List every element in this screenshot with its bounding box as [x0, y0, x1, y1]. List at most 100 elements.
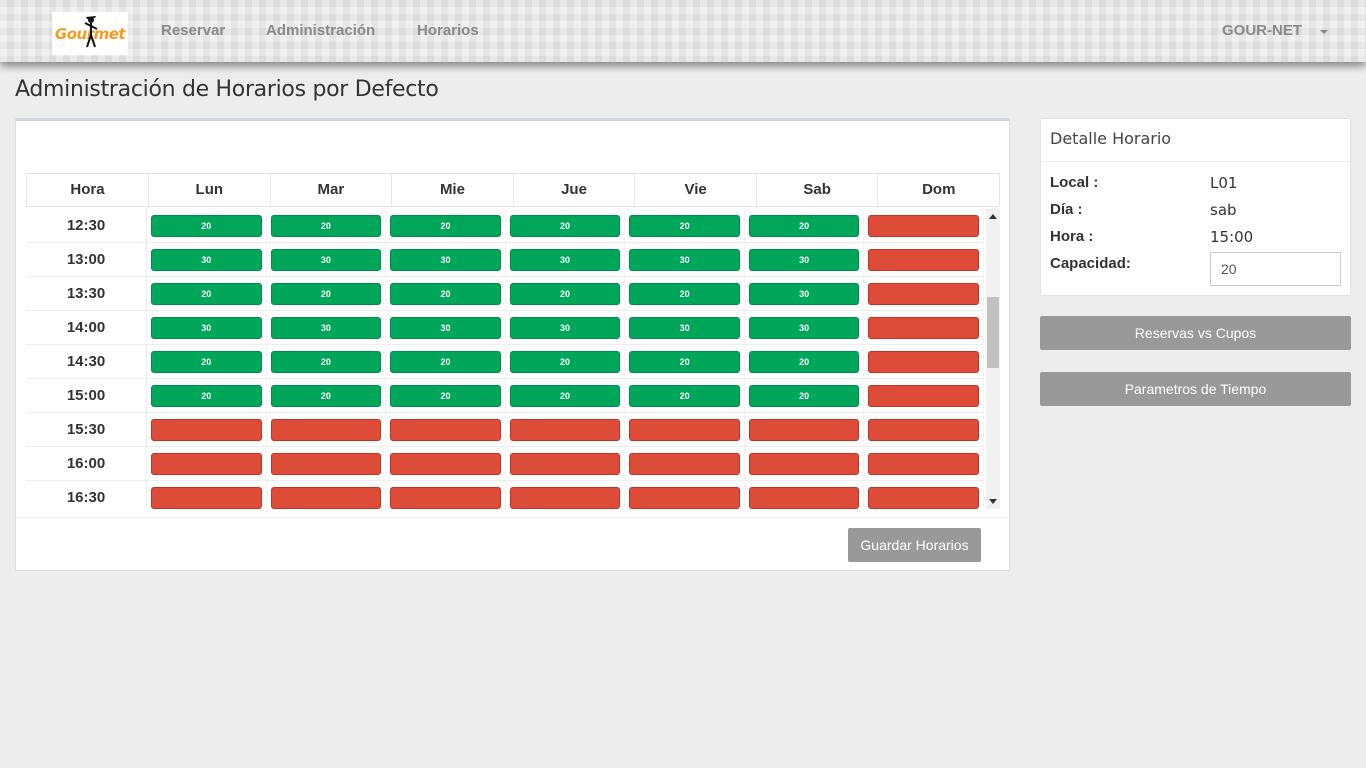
slot-disabled-button[interactable]	[151, 453, 262, 475]
schedule-grid-body[interactable]: 12:0020202020202012:3020202020202013:003…	[26, 209, 1000, 509]
slot-enabled-button[interactable]: 20	[151, 385, 262, 407]
user-menu[interactable]: GOUR-NET	[1222, 22, 1328, 39]
slot-disabled-button[interactable]	[270, 419, 382, 441]
slot-cell	[506, 413, 626, 446]
time-label: 16:00	[26, 447, 147, 480]
nav-administracion[interactable]: Administración	[266, 22, 375, 39]
scrollbar-thumb[interactable]	[987, 297, 999, 368]
parametros-de-tiempo-button[interactable]: Parametros de Tiempo	[1040, 372, 1351, 406]
save-schedules-button[interactable]: Guardar Horarios	[848, 528, 981, 562]
schedule-row: 12:30 20 20 20 20 20 20	[26, 209, 985, 243]
slot-cell	[864, 413, 985, 446]
slot-enabled-button[interactable]: 20	[270, 283, 382, 305]
slot-cell: 20	[267, 345, 387, 378]
slot-disabled-button[interactable]	[509, 453, 621, 475]
slot-enabled-button[interactable]: 30	[151, 249, 262, 271]
slot-disabled-button[interactable]	[629, 487, 740, 509]
slot-disabled-button[interactable]	[868, 487, 980, 509]
slot-enabled-button[interactable]: 20	[629, 283, 740, 305]
slot-enabled-button[interactable]: 20	[151, 215, 262, 237]
slot-enabled-button[interactable]: 30	[270, 249, 382, 271]
hora-label: Hora :	[1050, 228, 1094, 245]
slot-disabled-button[interactable]	[868, 351, 980, 373]
slot-enabled-button[interactable]: 30	[748, 249, 860, 271]
slot-cell	[745, 413, 865, 446]
slot-enabled-button[interactable]: 20	[509, 215, 621, 237]
slot-disabled-button[interactable]	[509, 419, 621, 441]
slot-enabled-button[interactable]: 20	[151, 283, 262, 305]
slot-cell: 30	[506, 243, 626, 276]
slot-enabled-button[interactable]: 20	[629, 385, 740, 407]
slot-cell	[864, 379, 985, 412]
slot-disabled-button[interactable]	[629, 419, 740, 441]
slot-enabled-button[interactable]: 30	[509, 317, 621, 339]
slot-cell: 30	[386, 311, 506, 344]
slot-enabled-button[interactable]: 30	[629, 317, 740, 339]
slot-disabled-button[interactable]	[868, 215, 980, 237]
scroll-down-arrow-icon[interactable]	[989, 499, 997, 504]
slot-enabled-button[interactable]: 20	[270, 351, 382, 373]
slot-disabled-button[interactable]	[270, 487, 382, 509]
slot-enabled-button[interactable]: 20	[270, 385, 382, 407]
slot-disabled-button[interactable]	[748, 487, 860, 509]
slot-enabled-button[interactable]: 20	[509, 351, 621, 373]
slot-enabled-button[interactable]: 20	[748, 351, 860, 373]
slot-disabled-button[interactable]	[390, 453, 501, 475]
slot-disabled-button[interactable]	[748, 419, 860, 441]
detail-divider	[1041, 161, 1350, 162]
slot-cell: 30	[267, 311, 387, 344]
slot-enabled-button[interactable]: 20	[748, 215, 860, 237]
slot-cell: 20	[267, 277, 387, 310]
slot-disabled-button[interactable]	[868, 317, 980, 339]
slot-enabled-button[interactable]: 20	[629, 215, 740, 237]
slot-enabled-button[interactable]: 20	[390, 385, 501, 407]
slot-enabled-button[interactable]: 20	[390, 351, 501, 373]
slot-enabled-button[interactable]: 30	[151, 317, 262, 339]
slot-disabled-button[interactable]	[390, 419, 501, 441]
slot-disabled-button[interactable]	[151, 487, 262, 509]
slot-disabled-button[interactable]	[270, 453, 382, 475]
slot-cell: 20	[625, 379, 745, 412]
slot-cell	[625, 481, 745, 509]
slot-disabled-button[interactable]	[151, 419, 262, 441]
slot-disabled-button[interactable]	[868, 453, 980, 475]
slot-cell: 20	[386, 209, 506, 242]
slot-disabled-button[interactable]	[629, 453, 740, 475]
slot-enabled-button[interactable]: 20	[390, 283, 501, 305]
slot-disabled-button[interactable]	[868, 385, 980, 407]
slot-disabled-button[interactable]	[509, 487, 621, 509]
slot-enabled-button[interactable]: 30	[390, 317, 501, 339]
schedule-row: 16:00	[26, 447, 985, 481]
slot-cell: 30	[386, 243, 506, 276]
scroll-up-arrow-icon[interactable]	[989, 214, 997, 219]
slot-disabled-button[interactable]	[868, 419, 980, 441]
slot-disabled-button[interactable]	[748, 453, 860, 475]
nav-horarios[interactable]: Horarios	[417, 22, 479, 39]
nav-reservar[interactable]: Reservar	[161, 22, 225, 39]
reservas-vs-cupos-button[interactable]: Reservas vs Cupos	[1040, 316, 1351, 350]
slot-enabled-button[interactable]: 20	[748, 385, 860, 407]
capacidad-input[interactable]: 20	[1210, 252, 1341, 286]
slot-enabled-button[interactable]: 30	[748, 283, 860, 305]
slot-disabled-button[interactable]	[390, 487, 501, 509]
slot-enabled-button[interactable]: 20	[629, 351, 740, 373]
slot-enabled-button[interactable]: 30	[748, 317, 860, 339]
slot-disabled-button[interactable]	[868, 283, 980, 305]
slot-enabled-button[interactable]: 20	[151, 351, 262, 373]
capacidad-label: Capacidad:	[1050, 255, 1131, 272]
local-value: L01	[1210, 174, 1238, 192]
slot-cell	[147, 447, 267, 480]
slot-enabled-button[interactable]: 20	[270, 215, 382, 237]
slot-enabled-button[interactable]: 20	[509, 385, 621, 407]
slot-cell	[625, 413, 745, 446]
slot-enabled-button[interactable]: 30	[270, 317, 382, 339]
slot-enabled-button[interactable]: 20	[390, 215, 501, 237]
brand-logo[interactable]: Gourmet	[52, 12, 128, 55]
slot-enabled-button[interactable]: 30	[509, 249, 621, 271]
header-day-jue: Jue	[512, 174, 635, 206]
slot-enabled-button[interactable]: 20	[509, 283, 621, 305]
slot-disabled-button[interactable]	[868, 249, 980, 271]
slot-enabled-button[interactable]: 30	[629, 249, 740, 271]
slot-enabled-button[interactable]: 30	[390, 249, 501, 271]
vertical-scrollbar[interactable]	[986, 209, 1000, 509]
